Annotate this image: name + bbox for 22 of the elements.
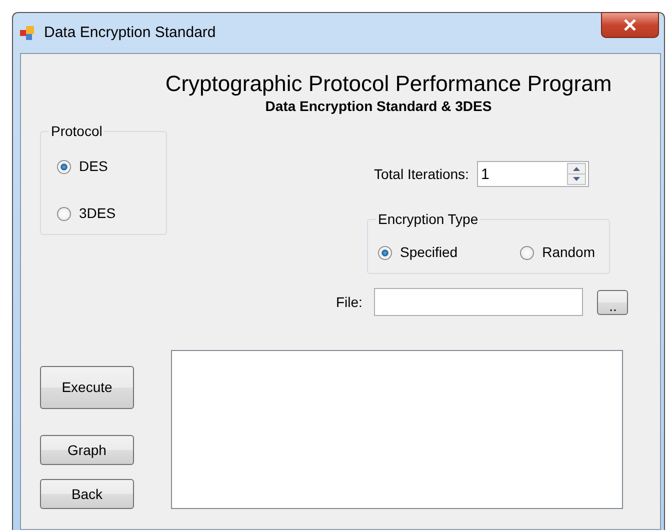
subheading: Data Encryption Standard & 3DES	[264, 97, 493, 115]
field-label: File:	[336, 292, 362, 312]
browse-button[interactable]: ..	[597, 290, 628, 314]
action-button[interactable]: Execute	[40, 366, 134, 409]
action-button[interactable]: Back	[40, 479, 134, 509]
file-field[interactable]	[374, 288, 584, 316]
action-button[interactable]: Graph	[40, 435, 134, 465]
radio-button[interactable]	[520, 246, 534, 260]
heading: Cryptographic Protocol Performance Program	[164, 70, 613, 97]
radio-label[interactable]: Random	[542, 242, 595, 263]
spin-arrows-icon[interactable]	[566, 163, 586, 185]
close-icon	[623, 19, 637, 31]
radio-button[interactable]	[57, 206, 71, 220]
radio-label[interactable]: DES	[79, 156, 108, 177]
radio-label[interactable]: 3DES	[79, 203, 116, 224]
app-icon	[20, 25, 36, 41]
close-button[interactable]	[601, 12, 659, 38]
window-title: Data Encryption Standard	[44, 22, 216, 43]
radio-label[interactable]: Specified	[400, 242, 458, 263]
field-label: Total Iterations:	[374, 164, 469, 184]
radio-button[interactable]	[57, 160, 71, 174]
radio-button[interactable]	[378, 246, 392, 260]
